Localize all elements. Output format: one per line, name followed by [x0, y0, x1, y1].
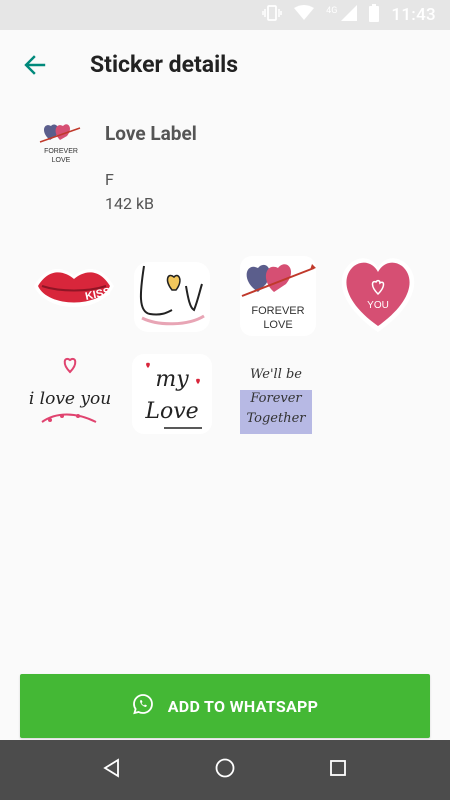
navigation-bar	[0, 740, 450, 800]
sticker-my-love[interactable]: my Love	[128, 350, 216, 438]
wifi-icon	[294, 5, 315, 25]
my-love-sticker-icon: my Love	[132, 354, 212, 434]
kiss-lips-sticker-icon: KISS	[34, 268, 114, 307]
svg-text:FOREVER: FOREVER	[251, 305, 304, 317]
sticker-love[interactable]	[128, 252, 216, 340]
pack-size: 142 kB	[105, 194, 155, 213]
heart-you-sticker-icon: YOU	[341, 258, 415, 332]
sticker-kiss[interactable]: KISS	[30, 248, 118, 336]
svg-text:Forever: Forever	[249, 391, 302, 406]
status-bar: 4G 11:43	[0, 0, 450, 30]
sticker-forever-love[interactable]: FOREVER LOVE	[234, 252, 322, 340]
nav-home-button[interactable]	[213, 758, 237, 782]
status-time: 11:43	[391, 5, 436, 25]
network-type-label: 4G	[326, 6, 338, 16]
back-button[interactable]	[20, 52, 50, 82]
svg-text:i love you: i love you	[29, 389, 111, 409]
toolbar: Sticker details	[0, 30, 450, 102]
triangle-back-icon	[102, 758, 122, 782]
nav-recents-button[interactable]	[326, 758, 350, 782]
forever-together-sticker-icon: We'll be Forever Together	[240, 367, 312, 434]
svg-text:my: my	[155, 367, 189, 392]
i-love-you-sticker-icon: i love you	[29, 358, 111, 423]
svg-text:LOVE: LOVE	[52, 157, 71, 164]
add-to-whatsapp-label: ADD TO WHATSAPP	[167, 696, 319, 716]
svg-text:Love: Love	[144, 399, 198, 424]
sticker-heart-you[interactable]: YOU	[334, 250, 422, 338]
svg-text:YOU: YOU	[367, 300, 389, 311]
pack-author: F	[105, 170, 114, 189]
whatsapp-icon	[132, 693, 154, 719]
arrow-back-icon	[23, 53, 47, 81]
pack-name: Love Label	[105, 122, 197, 145]
svg-text:Together: Together	[246, 411, 306, 426]
pack-tray-icon: FOREVER LOVE	[36, 118, 86, 168]
circle-home-icon	[214, 757, 236, 783]
svg-text:We'll be: We'll be	[250, 367, 302, 382]
sticker-i-love-you[interactable]: i love you	[26, 350, 114, 438]
cell-signal-icon	[341, 5, 358, 25]
love-heart-lettering-sticker-icon	[134, 262, 210, 332]
sticker-forever-together[interactable]: We'll be Forever Together	[232, 350, 320, 438]
nav-back-button[interactable]	[100, 758, 124, 782]
forever-love-hearts-sticker-icon: FOREVER LOVE	[240, 256, 316, 336]
battery-icon	[369, 4, 380, 26]
svg-text:LOVE: LOVE	[263, 319, 292, 331]
svg-text:FOREVER: FOREVER	[44, 148, 78, 155]
vibrate-icon	[262, 5, 282, 25]
page-title: Sticker details	[90, 51, 239, 78]
add-to-whatsapp-button[interactable]: ADD TO WHATSAPP	[20, 674, 430, 738]
square-recents-icon	[329, 759, 347, 781]
